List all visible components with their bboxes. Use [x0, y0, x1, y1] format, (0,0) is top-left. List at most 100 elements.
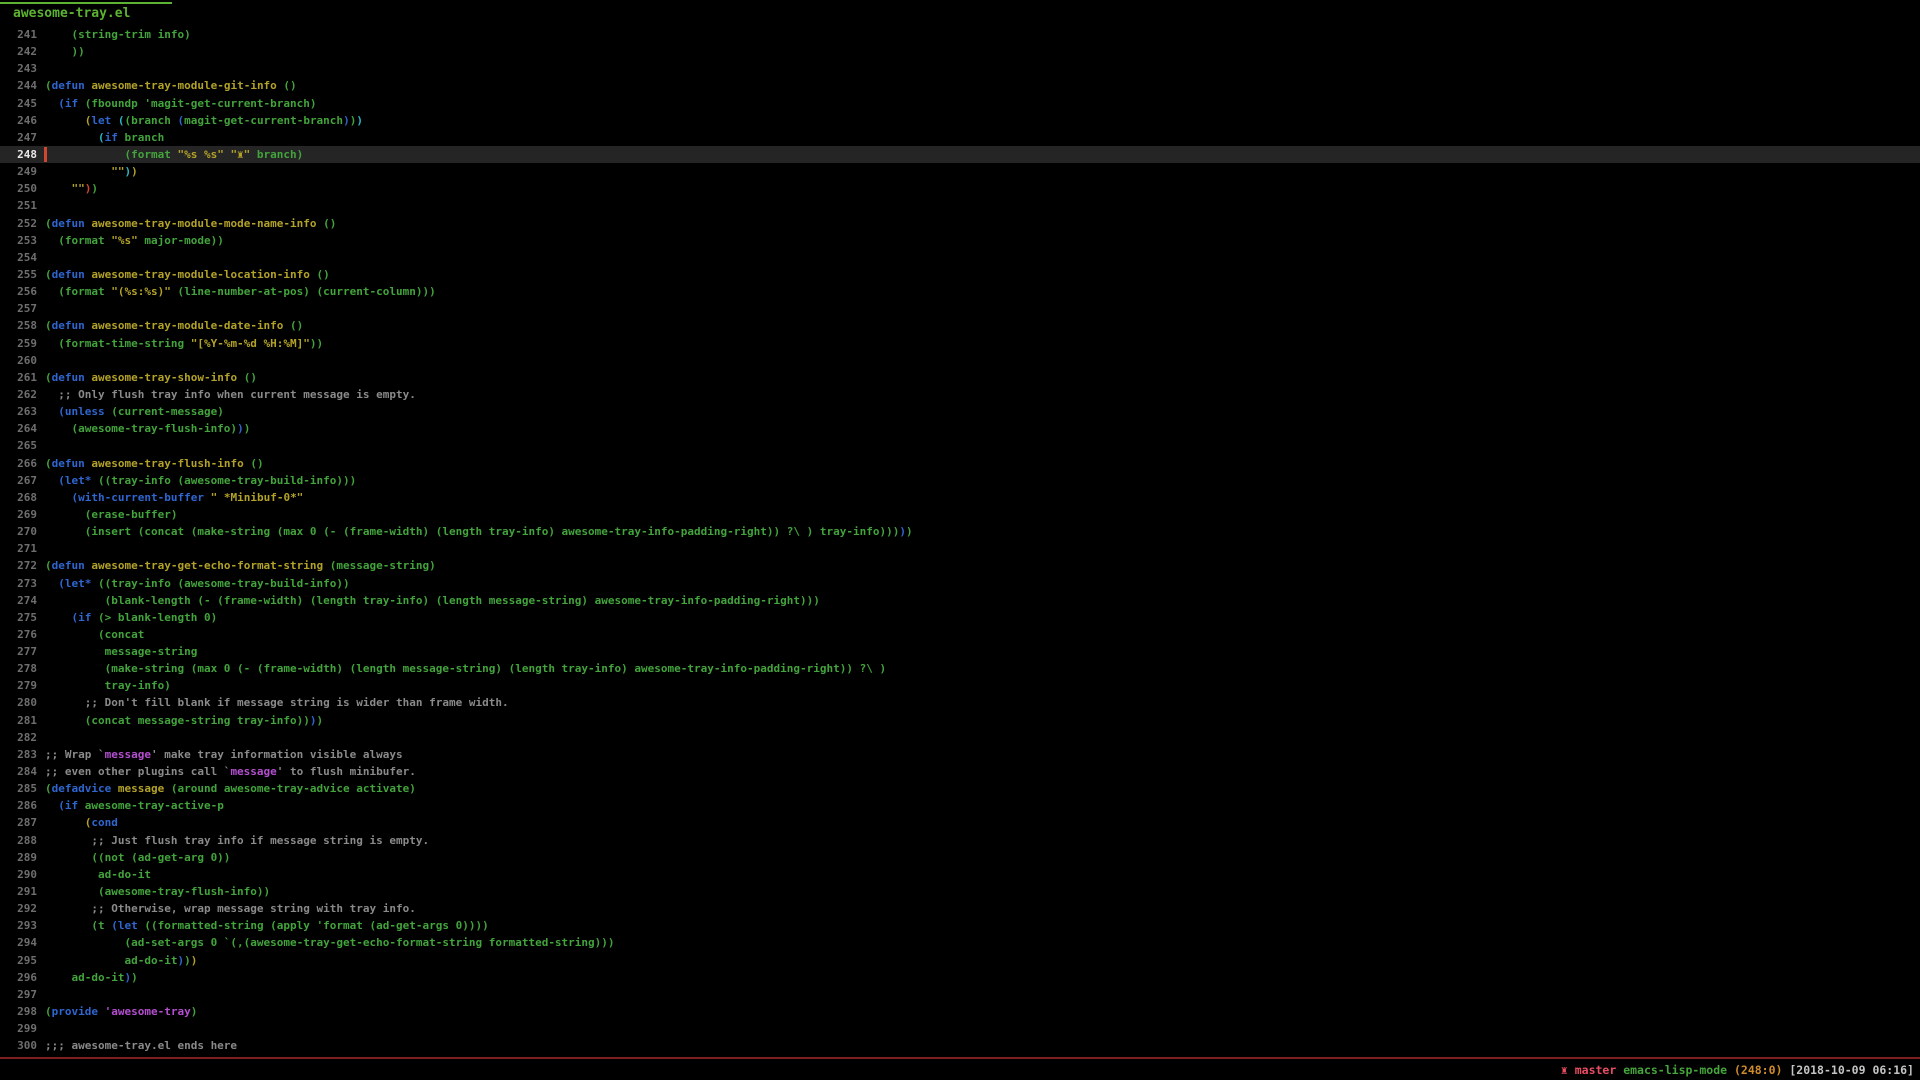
code-token: ;; Only flush tray info when current mes…	[45, 388, 416, 401]
code-line[interactable]: 293 (t (let ((formatted-string (apply 'f…	[0, 917, 1920, 934]
emacs-frame: awesome-tray.el 241 (string-trim info)24…	[0, 0, 1920, 1080]
code-line[interactable]: 275 (if (> blank-length 0)	[0, 609, 1920, 626]
code-line[interactable]: 267 (let* ((tray-info (awesome-tray-buil…	[0, 472, 1920, 489]
code-text: tray-info)	[45, 677, 171, 694]
code-token: (erase-buffer)	[45, 508, 177, 521]
code-text: (concat message-string tray-info))))	[45, 712, 323, 729]
code-line[interactable]: 286 (if awesome-tray-active-p	[0, 797, 1920, 814]
code-line[interactable]: 268 (with-current-buffer " *Minibuf-0*"	[0, 489, 1920, 506]
code-line[interactable]: 282	[0, 729, 1920, 746]
line-number: 260	[13, 352, 37, 369]
code-line[interactable]: 260	[0, 352, 1920, 369]
code-line[interactable]: 248 (format "%s %s" "♜" branch)	[0, 146, 1920, 163]
code-token: ((not (ad-get-arg 0))	[45, 851, 230, 864]
code-text: (defun awesome-tray-show-info ()	[45, 369, 257, 386]
code-line[interactable]: 257	[0, 300, 1920, 317]
code-line[interactable]: 277 message-string	[0, 643, 1920, 660]
code-line[interactable]: 252(defun awesome-tray-module-mode-name-…	[0, 215, 1920, 232]
code-text: ((not (ad-get-arg 0))	[45, 849, 230, 866]
code-line[interactable]: 279 tray-info)	[0, 677, 1920, 694]
code-token: (blank-length (- (frame-width) (length t…	[45, 594, 820, 607]
code-line[interactable]: 292 ;; Otherwise, wrap message string wi…	[0, 900, 1920, 917]
code-token: ""	[72, 182, 85, 195]
code-line[interactable]: 280 ;; Don't fill blank if message strin…	[0, 694, 1920, 711]
code-token	[45, 799, 58, 812]
code-line[interactable]: 261(defun awesome-tray-show-info ()	[0, 369, 1920, 386]
code-token: awesome-tray-module-git-info	[91, 79, 276, 92]
code-text: (format-time-string "[%Y-%m-%d %H:%M]"))	[45, 335, 323, 352]
code-line[interactable]: 278 (make-string (max 0 (- (frame-width)…	[0, 660, 1920, 677]
code-line[interactable]: 255(defun awesome-tray-module-location-i…	[0, 266, 1920, 283]
code-line[interactable]: 250 ""))	[0, 180, 1920, 197]
line-number: 251	[13, 197, 37, 214]
code-token: 'awesome-tray	[105, 1005, 191, 1018]
code-line[interactable]: 298(provide 'awesome-tray)	[0, 1003, 1920, 1020]
code-line[interactable]: 259 (format-time-string "[%Y-%m-%d %H:%M…	[0, 335, 1920, 352]
code-line[interactable]: 241 (string-trim info)	[0, 26, 1920, 43]
code-line[interactable]: 271	[0, 540, 1920, 557]
code-token: (	[45, 1005, 52, 1018]
code-line[interactable]: 288 ;; Just flush tray info if message s…	[0, 832, 1920, 849]
code-text: ;;; awesome-tray.el ends here	[45, 1037, 237, 1054]
code-line[interactable]: 265	[0, 437, 1920, 454]
code-line[interactable]: 253 (format "%s" major-mode))	[0, 232, 1920, 249]
code-line[interactable]: 273 (let* ((tray-info (awesome-tray-buil…	[0, 575, 1920, 592]
code-line[interactable]: 297	[0, 986, 1920, 1003]
line-number: 257	[13, 300, 37, 317]
header-overline	[0, 2, 172, 4]
line-number: 266	[13, 455, 37, 472]
code-line[interactable]: 263 (unless (current-message)	[0, 403, 1920, 420]
code-line[interactable]: 251	[0, 197, 1920, 214]
code-token: tray-info)	[45, 679, 171, 692]
code-line[interactable]: 276 (concat	[0, 626, 1920, 643]
code-line[interactable]: 262 ;; Only flush tray info when current…	[0, 386, 1920, 403]
code-token	[98, 1005, 105, 1018]
code-line[interactable]: 272(defun awesome-tray-get-echo-format-s…	[0, 557, 1920, 574]
code-token: (concat message-string tray-info))	[45, 714, 310, 727]
code-line[interactable]: 258(defun awesome-tray-module-date-info …	[0, 317, 1920, 334]
code-token: (message-string)	[323, 559, 436, 572]
code-line[interactable]: 285(defadvice message (around awesome-tr…	[0, 780, 1920, 797]
code-token: (concat	[45, 628, 144, 641]
code-line[interactable]: 287 (cond	[0, 814, 1920, 831]
code-token: (format-time-string	[45, 337, 191, 350]
code-token	[45, 405, 58, 418]
code-line[interactable]: 247 (if branch	[0, 129, 1920, 146]
code-line[interactable]: 300;;; awesome-tray.el ends here	[0, 1037, 1920, 1054]
code-line[interactable]: 299	[0, 1020, 1920, 1037]
code-line[interactable]: 281 (concat message-string tray-info))))	[0, 712, 1920, 729]
line-number: 286	[13, 797, 37, 814]
code-editor[interactable]: 241 (string-trim info)242 ))243244(defun…	[0, 26, 1920, 1054]
line-number: 291	[13, 883, 37, 900]
code-line[interactable]: 256 (format "(%s:%s)" (line-number-at-po…	[0, 283, 1920, 300]
code-line[interactable]: 244(defun awesome-tray-module-git-info (…	[0, 77, 1920, 94]
code-text: (provide 'awesome-tray)	[45, 1003, 197, 1020]
line-number: 250	[13, 180, 37, 197]
code-line[interactable]: 289 ((not (ad-get-arg 0))	[0, 849, 1920, 866]
code-line[interactable]: 294 (ad-set-args 0 `(,(awesome-tray-get-…	[0, 934, 1920, 951]
code-token	[45, 97, 58, 110]
code-line[interactable]: 284;; even other plugins call `message' …	[0, 763, 1920, 780]
code-line[interactable]: 246 (let ((branch (magit-get-current-bra…	[0, 112, 1920, 129]
code-line[interactable]: 264 (awesome-tray-flush-info)))	[0, 420, 1920, 437]
code-token: let	[118, 919, 138, 932]
code-line[interactable]: 254	[0, 249, 1920, 266]
code-line[interactable]: 243	[0, 60, 1920, 77]
code-line[interactable]: 270 (insert (concat (make-string (max 0 …	[0, 523, 1920, 540]
code-token: (	[45, 782, 52, 795]
code-line[interactable]: 283;; Wrap `message' make tray informati…	[0, 746, 1920, 763]
code-line[interactable]: 266(defun awesome-tray-flush-info ()	[0, 455, 1920, 472]
code-line[interactable]: 290 ad-do-it	[0, 866, 1920, 883]
code-line[interactable]: 295 ad-do-it)))	[0, 952, 1920, 969]
code-token: ))	[310, 337, 323, 350]
line-number: 256	[13, 283, 37, 300]
code-text: (awesome-tray-flush-info)))	[45, 420, 250, 437]
code-line[interactable]: 245 (if (fboundp 'magit-get-current-bran…	[0, 95, 1920, 112]
code-line[interactable]: 249 ""))	[0, 163, 1920, 180]
code-line[interactable]: 269 (erase-buffer)	[0, 506, 1920, 523]
code-line[interactable]: 242 ))	[0, 43, 1920, 60]
line-number: 299	[13, 1020, 37, 1037]
code-line[interactable]: 274 (blank-length (- (frame-width) (leng…	[0, 592, 1920, 609]
code-line[interactable]: 291 (awesome-tray-flush-info))	[0, 883, 1920, 900]
code-line[interactable]: 296 ad-do-it))	[0, 969, 1920, 986]
